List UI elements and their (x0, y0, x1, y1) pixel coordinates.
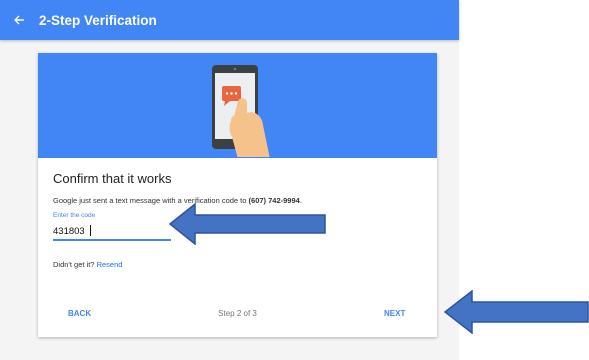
page-title: 2-Step Verification (39, 12, 157, 28)
verification-card: Confirm that it works Google just sent a… (38, 53, 437, 337)
resend-line: Didn't get it? Resend (53, 260, 122, 269)
next-button[interactable]: NEXT (384, 309, 405, 318)
app-bar: 2-Step Verification (0, 0, 459, 40)
step-indicator: Step 2 of 3 (218, 309, 257, 318)
back-button[interactable]: BACK (68, 309, 91, 318)
card-footer: Step 2 of 3 BACK NEXT (38, 307, 437, 321)
text-cursor (90, 225, 91, 236)
resend-link[interactable]: Resend (97, 260, 123, 269)
code-field-label: Enter the code (53, 212, 96, 219)
phone-text-message-icon (212, 65, 270, 157)
verification-code-input[interactable] (53, 223, 171, 241)
resend-prompt: Didn't get it? (53, 260, 95, 269)
card-title: Confirm that it works (53, 171, 172, 186)
annotation-arrow-left-icon (169, 203, 326, 245)
annotation-arrow-left-icon (444, 290, 589, 334)
hero-banner (38, 53, 437, 158)
arrow-left-icon[interactable] (11, 12, 27, 28)
